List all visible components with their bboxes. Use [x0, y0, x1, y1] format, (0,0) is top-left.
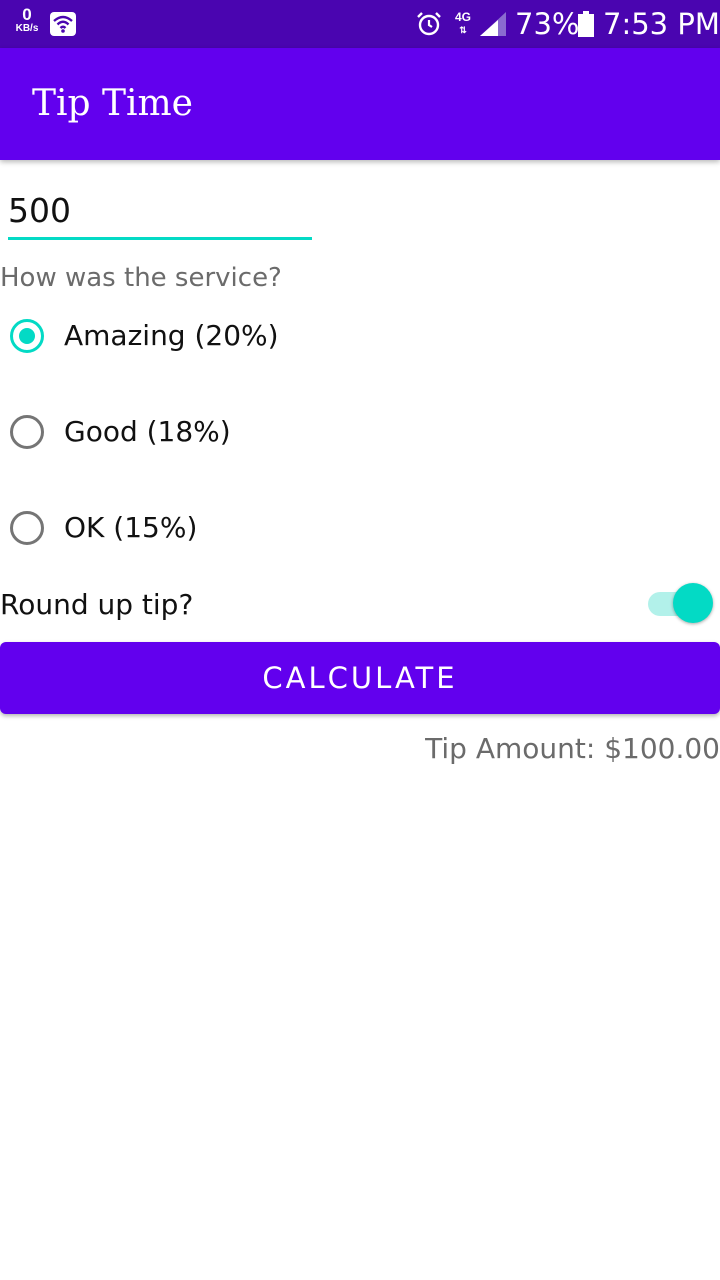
radio-button-checked-icon[interactable] — [10, 319, 44, 353]
round-up-label: Round up tip? — [0, 588, 194, 621]
signal-icon — [480, 12, 506, 36]
option-ok-label: OK (15%) — [64, 511, 198, 544]
app-bar: Tip Time — [0, 48, 720, 160]
option-good-label: Good (18%) — [64, 415, 231, 448]
network-label: 4G — [454, 10, 471, 24]
status-bar: 0 KB/s 4G ⇅ 73% 7:53 PM — [0, 0, 720, 48]
option-good[interactable]: Good (18%) — [10, 408, 231, 456]
wifi-icon — [50, 12, 76, 36]
switch-thumb[interactable] — [673, 583, 713, 623]
network-type: 4G ⇅ — [452, 11, 474, 37]
calculate-button[interactable]: Calculate — [0, 642, 720, 714]
radio-button-unchecked-icon[interactable] — [10, 415, 44, 449]
battery-icon — [578, 11, 594, 37]
tip-amount-result: Tip Amount: $100.00 — [425, 732, 720, 765]
option-amazing-label: Amazing (20%) — [64, 319, 279, 352]
data-arrows-icon: ⇅ — [459, 25, 467, 35]
option-amazing[interactable]: Amazing (20%) — [10, 312, 279, 360]
option-ok[interactable]: OK (15%) — [10, 504, 197, 552]
data-speed-value: 0 — [22, 5, 32, 24]
cost-of-service-input[interactable] — [8, 184, 312, 240]
app-title: Tip Time — [32, 83, 193, 124]
battery-percent: 73% — [515, 7, 580, 41]
service-question: How was the service? — [0, 263, 282, 293]
round-up-switch[interactable] — [646, 582, 714, 624]
data-speed-indicator: 0 KB/s — [10, 6, 44, 34]
data-speed-unit: KB/s — [15, 23, 39, 34]
clock: 7:53 PM — [603, 7, 720, 41]
radio-button-unchecked-icon[interactable] — [10, 511, 44, 545]
alarm-icon — [417, 12, 441, 36]
